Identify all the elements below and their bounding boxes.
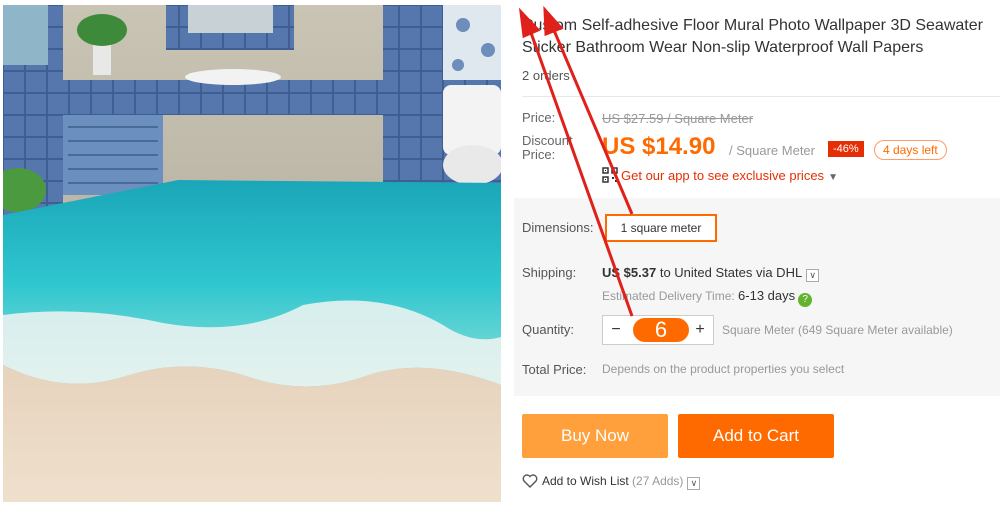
shipping-destination[interactable]: United States via DHL [674,265,802,280]
check-circle-icon: ? [798,293,813,307]
wish-list-label: Add to Wish List [542,474,629,488]
dimension-option-selected[interactable]: 1 square meter [605,214,717,242]
discount-price-label: Discount Price: [522,133,573,162]
discount-price: US $14.90 [602,133,716,160]
original-price: US $27.59 / Square Meter [602,111,754,126]
product-photo-illustration [3,5,501,502]
shipping-to: to [659,265,671,280]
product-title: Custom Self-adhesive Floor Mural Photo W… [522,17,983,56]
app-promo-text: Get our app to see exclusive prices [621,168,825,183]
quantity-input[interactable]: 6 [633,318,689,342]
time-left-badge: 4 days left [874,140,947,160]
wish-list-link[interactable]: Add to Wish List (27 Adds) ∨ [522,474,701,490]
delivery-estimate: Estimated Delivery Time: 6-13 days? [602,288,813,307]
buy-now-button[interactable]: Buy Now [522,414,668,458]
product-info-panel: Custom Self-adhesive Floor Mural Photo W… [502,0,1000,507]
price-unit: / Square Meter [729,143,815,158]
shipping-label: Shipping: [522,265,577,280]
quantity-decrease-button[interactable]: − [603,316,629,344]
total-price-label: Total Price: [522,362,587,377]
quantity-label: Quantity: [522,322,575,337]
app-promo-link[interactable]: Get our app to see exclusive prices ▼ [602,167,838,183]
heart-icon [522,474,538,488]
wish-list-count: (27 Adds) [632,474,684,488]
price-label: Price: [522,110,556,125]
divider [522,96,1000,97]
shipping-dropdown-icon[interactable]: ∨ [806,269,820,282]
add-to-cart-button[interactable]: Add to Cart [678,414,834,458]
shipping-info: US $5.37 to United States via DHL ∨ [602,265,820,282]
delivery-label: Estimated Delivery Time: [602,289,735,303]
price-block: Price: US $27.59 / Square Meter Discount… [514,103,1000,198]
delivery-days: 6-13 days [738,288,796,303]
order-count: 2 orders [522,68,570,83]
product-image[interactable] [3,5,501,502]
quantity-availability: Square Meter (649 Square Meter available… [722,323,953,337]
dimensions-label: Dimensions: [522,220,594,235]
qr-code-icon [602,167,618,183]
quantity-stepper[interactable]: − 6 + [602,315,714,345]
quantity-increase-button[interactable]: + [687,316,713,344]
caret-down-icon: ▼ [828,172,838,183]
wish-list-dropdown-icon[interactable]: ∨ [687,477,701,490]
total-price-value: Depends on the product properties you se… [602,362,845,376]
shipping-cost: US $5.37 [602,265,657,280]
discount-badge: -46% [828,141,864,157]
